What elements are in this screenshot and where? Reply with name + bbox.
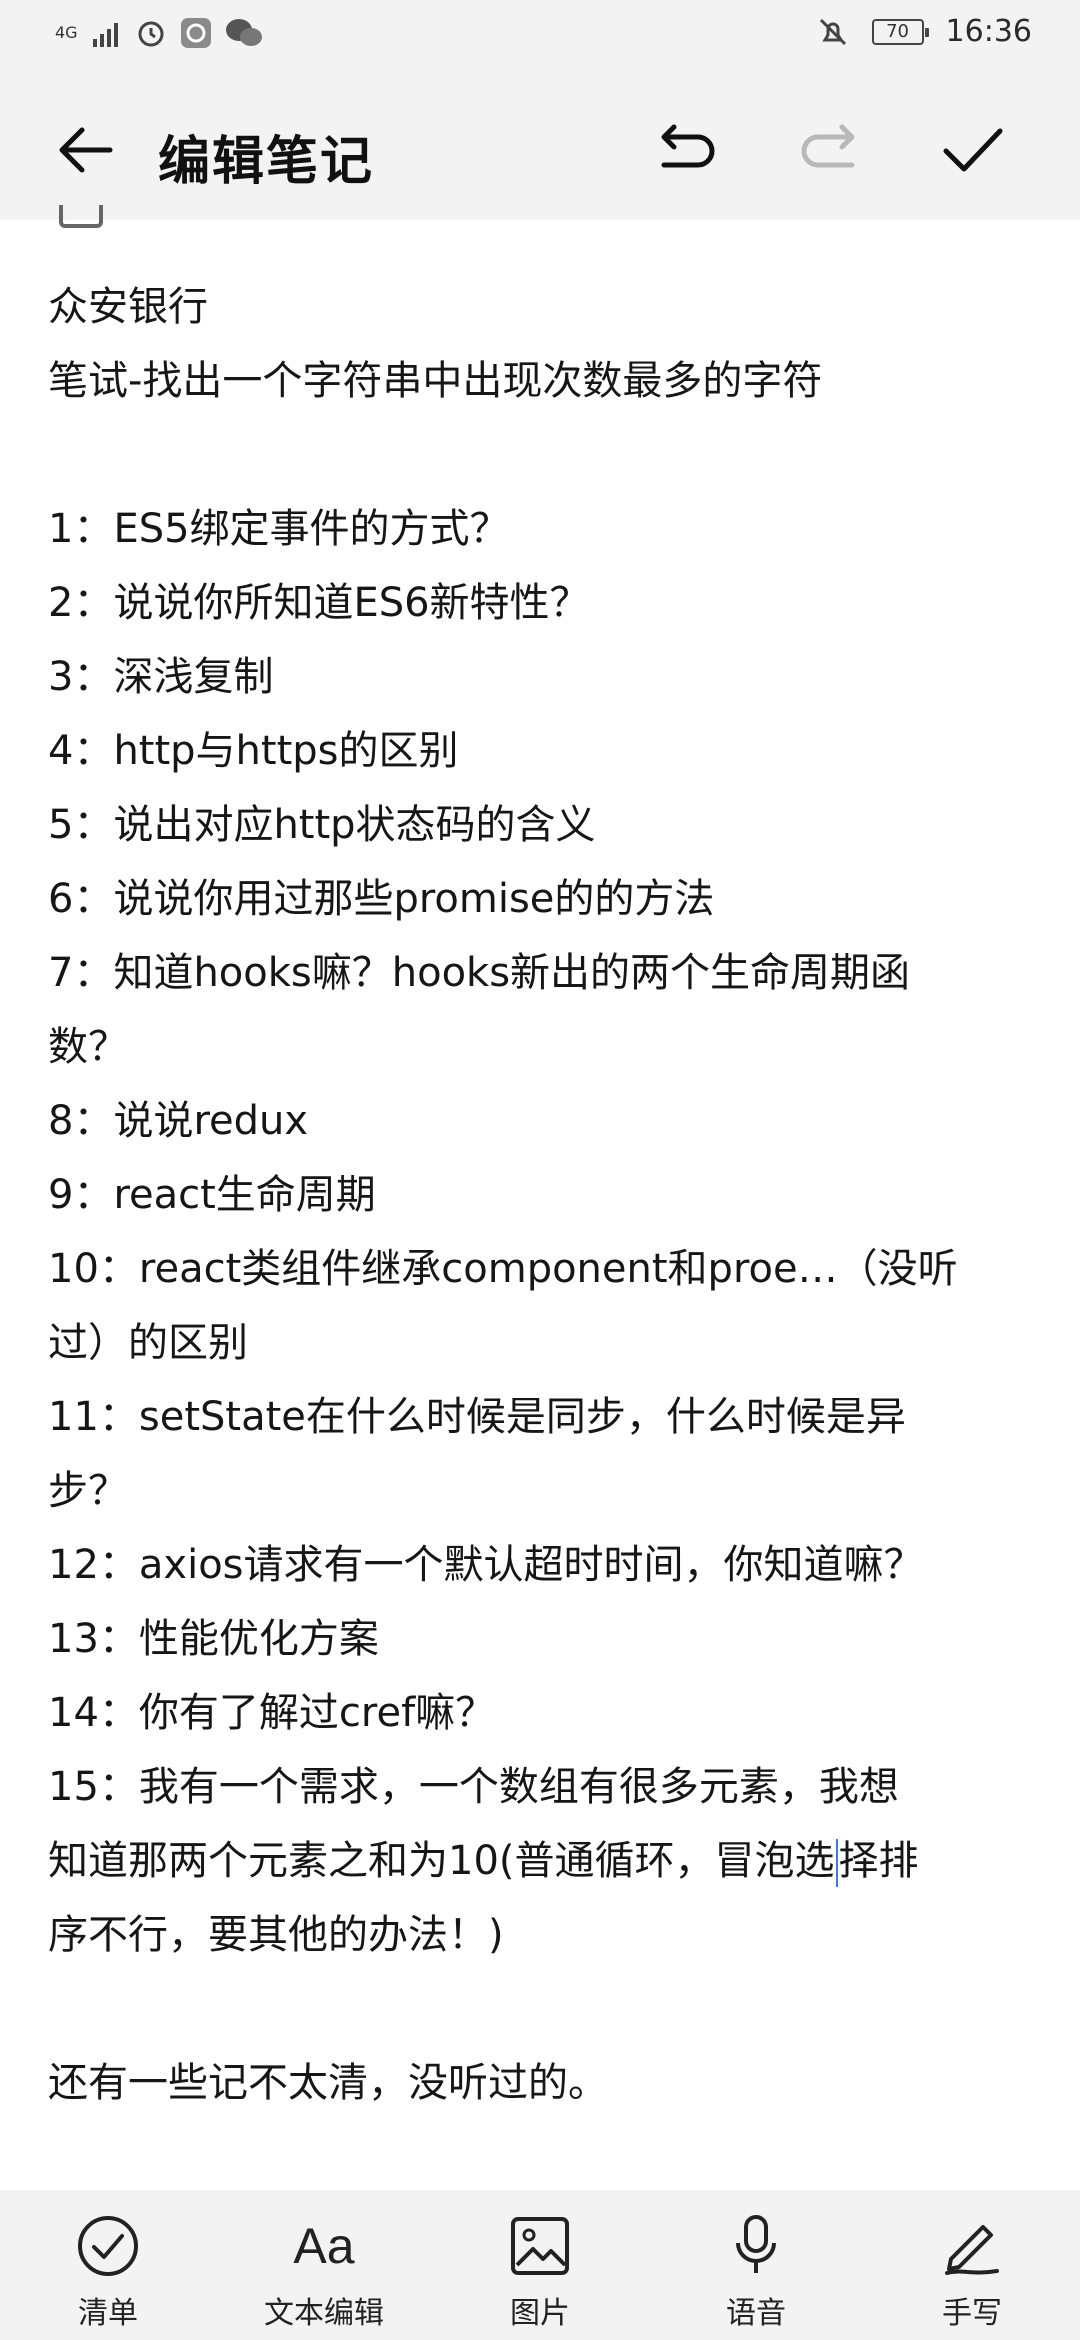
signal-icon [93, 23, 118, 47]
checklist-button[interactable]: 清单 [18, 2190, 198, 2332]
note-line: 序不行，要其他的办法！) [48, 1912, 504, 1958]
note-line: 10：react类组件继承component和proe…（没听 [48, 1246, 958, 1292]
note-line: 6：说说你用过那些promise的的方法 [48, 876, 715, 922]
note-line-with-cursor: 知道那两个元素之和为10(普通循环，冒泡选 择排 [48, 1824, 1038, 1898]
note-line: 11：setState在什么时候是同步，什么时候是异 [48, 1394, 906, 1440]
note-line: 5：说出对应http状态码的含义 [48, 802, 596, 848]
status-left: 4G [55, 16, 263, 50]
status-right: 70 16:36 [816, 14, 1032, 49]
checklist-icon [72, 2210, 144, 2282]
page-title: 编辑笔记 [158, 132, 375, 192]
check-icon [943, 128, 1003, 172]
note-line: 4：http与https的区别 [48, 728, 459, 774]
note-line: 步？ [48, 1468, 128, 1514]
note-editor[interactable]: 众安银行 笔试-找出一个字符串中出现次数最多的字符 1：ES5绑定事件的方式？ … [48, 270, 1038, 2120]
microphone-icon [720, 2210, 792, 2282]
note-line: 9：react生命周期 [48, 1172, 376, 1218]
note-line: 15：我有一个需求，一个数组有很多元素，我想 [48, 1764, 899, 1810]
network-type: 4G [55, 23, 78, 42]
note-line: 过）的区别 [48, 1320, 248, 1366]
note-line-blank [48, 418, 1038, 492]
handwriting-button[interactable]: 手写 [882, 2190, 1062, 2332]
note-line: 笔试-找出一个字符串中出现次数最多的字符 [48, 358, 823, 404]
text-format-button[interactable]: Aa 文本编辑 [234, 2190, 414, 2332]
image-icon [504, 2210, 576, 2282]
text-cursor [835, 1839, 838, 1887]
redo-button[interactable] [796, 115, 866, 185]
voice-label: 语音 [726, 2296, 786, 2331]
text-format-glyph: Aa [293, 2218, 355, 2274]
note-line: 1：ES5绑定事件的方式？ [48, 506, 510, 552]
text-format-label: 文本编辑 [264, 2296, 384, 2331]
note-line: 2：说说你所知道ES6新特性？ [48, 580, 590, 626]
note-line-text: 知道那两个元素之和为10(普通循环，冒泡选 [48, 1838, 835, 1884]
alarm-icon [138, 21, 164, 47]
note-line: 3：深浅复制 [48, 654, 274, 700]
scrolled-note-meta [0, 205, 1080, 235]
wechat-icon [226, 19, 262, 46]
image-label: 图片 [510, 2296, 570, 2331]
note-line: 12：axios请求有一个默认超时时间，你知道嘛？ [48, 1542, 924, 1588]
note-line: 8：说说redux [48, 1098, 309, 1144]
handwriting-label: 手写 [942, 2296, 1002, 2331]
note-line-blank [48, 1972, 1038, 2046]
handwriting-icon [936, 2210, 1008, 2282]
folder-icon [59, 205, 103, 228]
battery-indicator: 70 [871, 18, 929, 45]
text-format-icon: Aa [288, 2210, 360, 2282]
notifications-muted-icon [819, 18, 846, 45]
scrolled-note-meta-inner [0, 205, 1080, 233]
note-line: 7：知道hooks嘛？hooks新出的两个生命周期函 [48, 950, 911, 996]
image-button[interactable]: 图片 [450, 2190, 630, 2332]
app-bar: 编辑笔记 [0, 75, 1080, 220]
bottom-toolbar: 清单 Aa 文本编辑 图片 语音 手写 [0, 2190, 1080, 2340]
note-line: 13：性能优化方案 [48, 1616, 379, 1662]
clock-time: 16:36 [945, 14, 1032, 49]
status-bar: 4G 70 16:36 [0, 0, 1080, 75]
arrow-left-icon [59, 127, 113, 173]
undo-icon [661, 124, 715, 168]
checklist-label: 清单 [78, 2296, 138, 2331]
note-line: 众安银行 [48, 284, 208, 330]
note-line-text-tail: 择排 [838, 1838, 919, 1884]
note-line: 14：你有了解过cref嘛？ [48, 1690, 496, 1736]
voice-button[interactable]: 语音 [666, 2190, 846, 2332]
note-line: 还有一些记不太清，没听过的。 [48, 2060, 608, 2106]
redo-icon [801, 124, 855, 168]
note-line: 数？ [48, 1024, 128, 1070]
back-button[interactable] [50, 115, 120, 185]
undo-button[interactable] [650, 115, 720, 185]
confirm-button[interactable] [938, 115, 1008, 185]
app-notification-icon [181, 18, 211, 48]
